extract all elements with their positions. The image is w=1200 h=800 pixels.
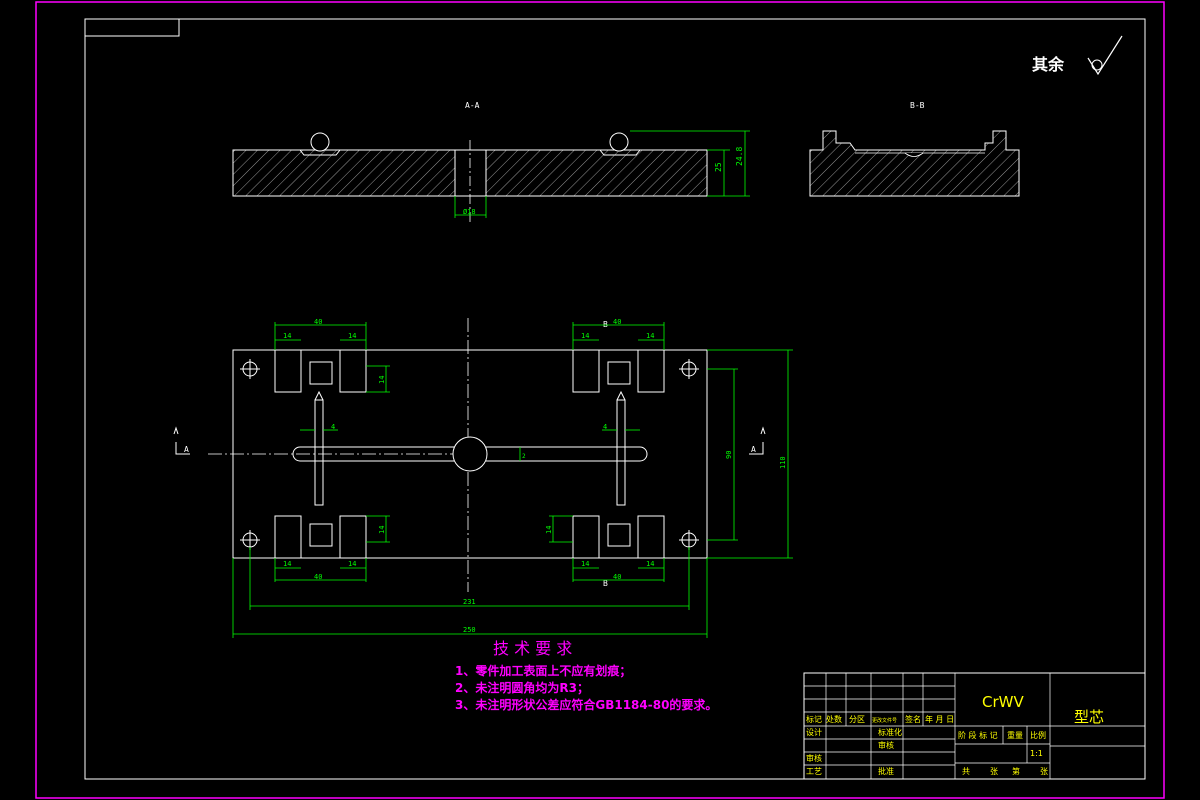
section-aa-hole [454, 149, 487, 197]
tb-approve: 批准 [878, 766, 894, 776]
section-aa-right-body [485, 149, 708, 197]
boss-left [310, 132, 330, 152]
cad-drawing: 其余 A-A 24.8 25 Ø18 B-B A A B B 40 14 14 … [35, 1, 1165, 799]
section-bb-label: B-B [910, 101, 925, 110]
tb-scale-value: 1:1 [1030, 749, 1043, 758]
tb-date: 年 月 日 [925, 714, 954, 724]
tb-count: 处数 [826, 714, 842, 724]
plan-view: A A B B 40 14 14 40 14 14 40 14 14 40 14… [173, 318, 793, 638]
section-aa-label: A-A [465, 101, 480, 110]
tb-review: 审核 [806, 753, 822, 763]
branch-left-tip [314, 390, 324, 401]
cut-a-right: A [751, 445, 756, 454]
drawing-canvas: 其余 A-A 24.8 25 Ø18 B-B A A B B 40 14 14 … [0, 0, 1200, 800]
cut-a-left: A [184, 445, 189, 454]
tb-change-doc: 更改文件号 [872, 717, 897, 724]
dim-40-tr: 40 [613, 318, 621, 326]
tb-review-2: 审核 [878, 740, 894, 750]
tb-scale: 比例 [1030, 730, 1046, 740]
tb-mark: 标记 [806, 714, 822, 724]
outer-frame [35, 1, 1165, 799]
branch-left [314, 399, 324, 506]
section-bb-body [809, 130, 1020, 197]
branch-right [616, 399, 626, 506]
dim-14-v2: 14 [378, 526, 386, 534]
dim-231: 231 [463, 598, 476, 606]
dim-14-v3: 14 [545, 526, 553, 534]
tb-process: 工艺 [806, 767, 822, 776]
tb-design: 设计 [806, 727, 822, 737]
dim-14-v1: 14 [378, 376, 386, 384]
tb-stage: 阶 段 标 记 [958, 730, 998, 740]
material: CrWV [982, 693, 1024, 711]
tb-total: 共 [962, 767, 970, 776]
tech-item-1: 1、零件加工表面上不应有划痕； [455, 663, 631, 678]
dim-hole: Ø18 [463, 208, 476, 216]
roughness-circle-icon [1091, 59, 1103, 71]
dim-4-right: 4 [603, 423, 607, 431]
tech-requirements: 技 术 要 求 1、零件加工表面上不应有划痕； 2、未注明圆角均为R3； 3、未… [455, 639, 717, 712]
dim-110: 110 [779, 456, 787, 469]
branch-right-tip [616, 390, 626, 401]
plan-dims [232, 322, 793, 638]
dim-14-bl2: 14 [348, 560, 356, 568]
dim-depth: 25 [714, 162, 723, 172]
dim-14-tl2: 14 [348, 332, 356, 340]
dim-14-br1: 14 [581, 560, 589, 568]
tb-sheet: 张 [1040, 767, 1048, 776]
dim-14-br2: 14 [646, 560, 654, 568]
title-block: CrWV 型芯 标记 处数 分区 更改文件号 签名 年 月 日 设计 标准化 审… [803, 672, 1146, 780]
tech-item-3: 3、未注明形状公差应符合GB1184-80的要求。 [455, 697, 717, 712]
dim-250: 250 [463, 626, 476, 634]
boss-right [609, 132, 629, 152]
corner-box [84, 18, 180, 37]
tb-sign: 签名 [905, 714, 921, 724]
dim-40-br: 40 [613, 573, 621, 581]
dim-14-bl1: 14 [283, 560, 291, 568]
dim-40-bl: 40 [314, 573, 322, 581]
tb-std: 标准化 [878, 727, 902, 737]
dim-14-tr2: 14 [646, 332, 654, 340]
tech-title: 技 术 要 求 [493, 639, 572, 658]
surface-finish-label: 其余 [1032, 55, 1065, 74]
tb-sheets: 张 [990, 767, 998, 776]
dim-4-left: 4 [331, 423, 335, 431]
tb-weight: 重量 [1007, 730, 1023, 740]
section-bb: B-B [809, 101, 1020, 197]
cut-b-top: B [603, 320, 608, 329]
dim-14-tl1: 14 [283, 332, 291, 340]
tech-item-2: 2、未注明圆角均为R3； [455, 680, 589, 695]
dim-2: 2 [522, 453, 526, 460]
part-name: 型芯 [1074, 708, 1104, 726]
dim-14-tr1: 14 [581, 332, 589, 340]
sprue [452, 436, 488, 472]
tb-zone: 分区 [849, 715, 865, 724]
surface-finish: 其余 [1032, 35, 1123, 76]
section-aa: A-A 24.8 25 Ø18 [232, 101, 750, 222]
dim-90: 90 [725, 451, 733, 459]
section-aa-left-body [232, 149, 456, 197]
dim-height: 24.8 [735, 147, 744, 166]
tb-sheet-no: 第 [1012, 766, 1020, 776]
dim-40-tl: 40 [314, 318, 322, 326]
